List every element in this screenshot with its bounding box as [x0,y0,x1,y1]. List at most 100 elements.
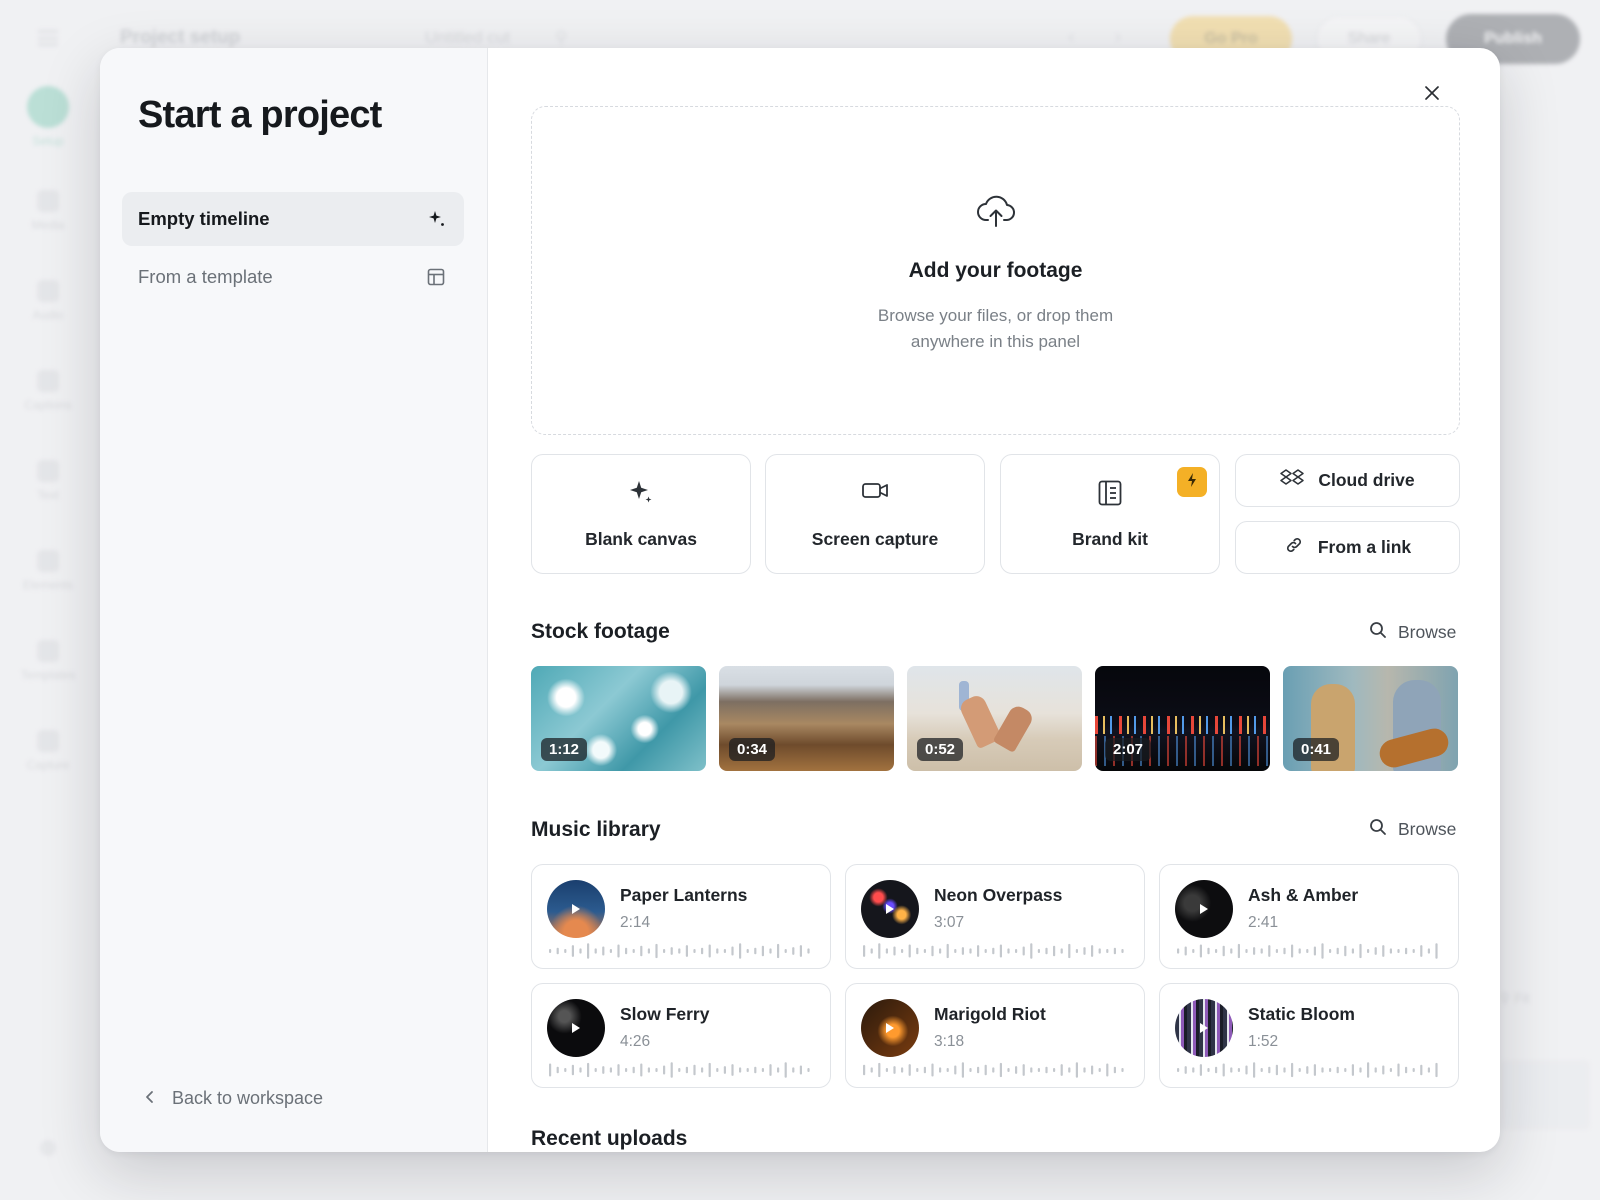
waveform-bar [969,948,972,954]
sidebar-item-empty-timeline[interactable]: Empty timeline [122,192,464,246]
waveform-bar [878,1062,881,1078]
waveform-bar [969,1068,972,1072]
music-track-card[interactable]: Neon Overpass 3:07 [845,864,1145,969]
music-library-heading: Music library [531,818,661,841]
waveform-bar [693,949,696,953]
stock-thumbnail-beach-yoga[interactable]: 0:52 [907,666,1082,771]
play-icon[interactable] [1175,999,1233,1057]
duration-badge: 0:34 [729,738,776,761]
waveform-bar [1298,948,1301,954]
stock-thumbnail-mountains[interactable]: 0:34 [719,666,894,771]
waveform [1177,1062,1438,1078]
waveform-bar [663,949,666,953]
waveform-bar [1336,947,1339,955]
waveform-bar [1427,948,1430,954]
waveform-bar [916,1068,919,1072]
waveform-bar [556,947,559,955]
waveform-bar [685,1066,688,1074]
waveform-bar [1405,947,1408,955]
waveform-bar [1283,947,1286,955]
blank-canvas-button[interactable]: Blank canvas [531,454,751,574]
waveform-bar [1268,945,1271,957]
music-track-card[interactable]: Paper Lanterns 2:14 [531,864,831,969]
music-track-card[interactable]: Slow Ferry 4:26 [531,983,831,1088]
waveform-bar [1184,946,1187,956]
waveform-bar [939,948,942,954]
waveform-bar [1291,944,1294,958]
option-label: Blank canvas [585,529,697,549]
play-icon[interactable] [861,999,919,1057]
waveform-bar [893,946,896,956]
dropzone-subtitle: Browse your files, or drop them anywhere… [532,303,1459,355]
screen-capture-button[interactable]: Screen capture [765,454,985,574]
waveform-bar [784,1062,787,1078]
waveform-bar [1374,1067,1377,1073]
close-button[interactable] [1419,82,1445,108]
play-icon[interactable] [547,880,605,938]
music-track-card[interactable]: Static Bloom 1:52 [1159,983,1459,1088]
stock-thumbnail-guitarists[interactable]: 0:41 [1283,666,1458,771]
cloud-drive-button[interactable]: Cloud drive [1235,454,1460,507]
track-name: Neon Overpass [934,885,1063,905]
waveform-bar [632,1066,635,1074]
waveform-bar [799,945,802,957]
stock-browse-button[interactable]: Browse [1369,621,1456,644]
stock-thumbnail-city-night[interactable]: 2:07 [1095,666,1270,771]
sidebar-item-from-template[interactable]: From a template [122,250,464,304]
waveform-bar [1022,1064,1025,1076]
waveform-bar [1260,1068,1263,1072]
browse-label: Browse [1398,622,1457,642]
play-icon[interactable] [547,999,605,1057]
waveform-bar [731,946,734,956]
waveform-bar [1015,949,1018,953]
waveform-bar [893,1066,896,1074]
waveform-bar [1253,1062,1256,1078]
search-icon [1369,818,1398,841]
back-label: Back to workspace [172,1088,324,1108]
music-track-card[interactable]: Marigold Riot 3:18 [845,983,1145,1088]
waveform-bar [587,943,590,959]
back-to-workspace-link[interactable]: Back to workspace [144,1088,323,1109]
from-link-button[interactable]: From a link [1235,521,1460,574]
waveform-bar [1351,948,1354,954]
waveform-bar [977,1066,980,1074]
waveform-bar [939,1067,942,1073]
waveform-bar [655,1068,658,1072]
play-icon[interactable] [1175,880,1233,938]
option-label: Brand kit [1072,529,1148,549]
waveform-bar [863,945,866,957]
waveform-bar [792,947,795,955]
waveform-bar [1359,943,1362,959]
waveform-bar [777,1067,780,1073]
duration-badge: 0:52 [917,738,964,761]
waveform-bar [885,1068,888,1072]
waveform-bar [1177,1068,1180,1072]
waveform-bar [640,945,643,957]
brand-kit-button[interactable]: Brand kit [1000,454,1220,574]
waveform-bar [1382,945,1385,957]
option-label: Screen capture [811,529,939,549]
waveform-bar [723,949,726,953]
waveform-bar [1275,1064,1278,1076]
album-art [861,999,919,1057]
waveform-bar [1412,1068,1415,1072]
waveform-bar [1075,1062,1078,1078]
browse-label: Browse [1398,819,1457,839]
waveform-bar [1053,945,1056,957]
play-icon[interactable] [861,880,919,938]
album-art [1175,880,1233,938]
music-browse-button[interactable]: Browse [1369,818,1456,841]
waveform-bar [701,947,704,955]
waveform-bar [701,1067,704,1073]
waveform-bar [908,1064,911,1076]
waveform-bar [1121,1068,1124,1072]
waveform-bar [992,947,995,955]
music-track-card[interactable]: Ash & Amber 2:41 [1159,864,1459,969]
waveform-bar [1230,1067,1233,1073]
track-name: Static Bloom [1248,1004,1355,1024]
stock-thumbnail-ocean[interactable]: 1:12 [531,666,706,771]
waveform-bar [901,949,904,953]
footage-dropzone[interactable]: Add your footage Browse your files, or d… [531,106,1460,435]
waveform-bar [754,947,757,955]
waveform-bar [571,945,574,957]
